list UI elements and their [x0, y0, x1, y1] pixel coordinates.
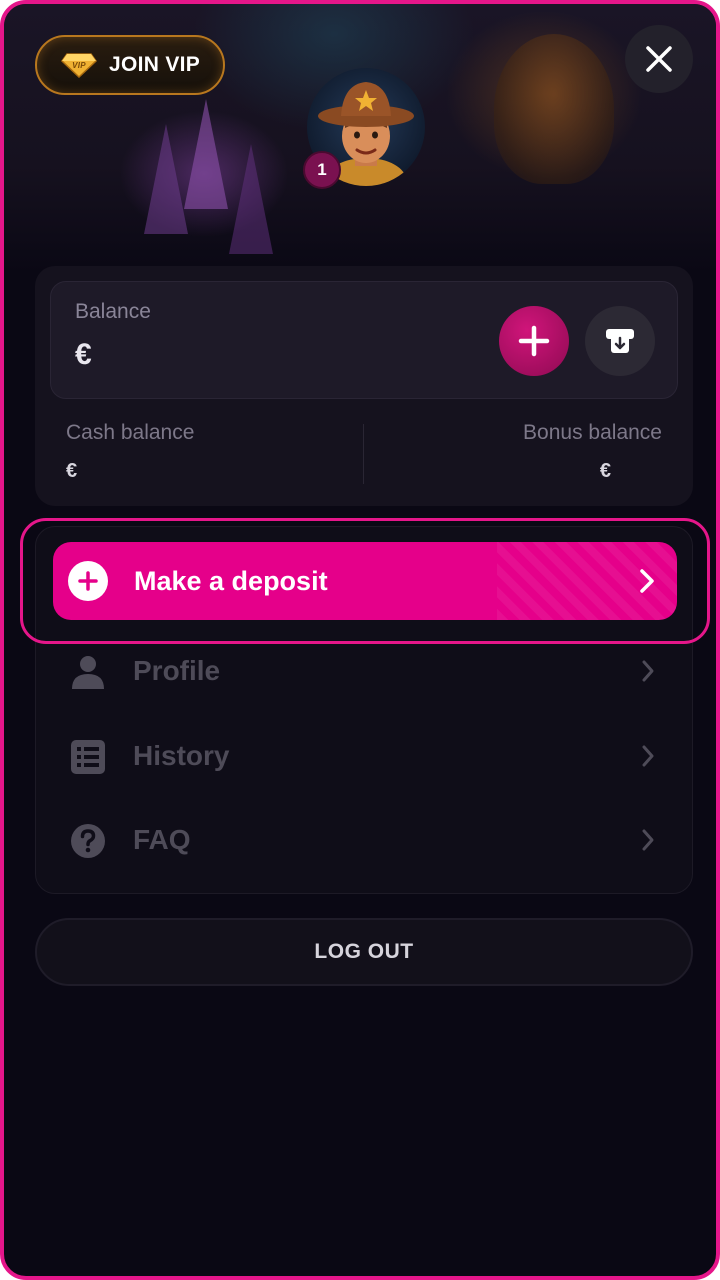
join-vip-button[interactable]: VIP JOIN VIP — [35, 35, 225, 95]
svg-text:VIP: VIP — [72, 61, 86, 70]
bonus-balance-label: Bonus balance — [523, 421, 662, 444]
gold-sack-decoration — [494, 34, 614, 184]
chevron-right-icon — [642, 660, 654, 682]
menu-item-label: FAQ — [133, 824, 191, 855]
cash-balance-label: Cash balance — [66, 421, 195, 444]
crystal-decoration — [184, 99, 228, 209]
list-icon — [71, 740, 105, 774]
menu-item-profile[interactable]: Profile — [53, 641, 673, 701]
chevron-right-icon — [642, 829, 654, 851]
logout-button[interactable]: LOG OUT — [35, 918, 693, 986]
balance-value: € — [75, 338, 92, 371]
question-icon — [71, 824, 105, 858]
menu-item-label: History — [133, 740, 230, 771]
user-icon — [72, 656, 104, 689]
level-badge: 1 — [303, 151, 341, 189]
withdraw-icon — [606, 329, 634, 353]
menu-item-faq[interactable]: FAQ — [53, 810, 673, 870]
balance-divider — [363, 424, 364, 484]
balance-label: Balance — [75, 300, 151, 323]
add-funds-button[interactable] — [499, 306, 569, 376]
balance-card: Balance € Cash balance € Bonus balance € — [35, 266, 693, 506]
bonus-balance-value: € — [599, 460, 611, 482]
crystal-decoration — [229, 144, 273, 254]
crystal-decoration — [144, 124, 188, 234]
plus-icon — [518, 325, 550, 357]
close-icon — [646, 46, 672, 72]
join-vip-label: JOIN VIP — [109, 53, 201, 76]
menu-item-label: Profile — [133, 655, 221, 686]
menu-item-history[interactable]: History — [53, 726, 673, 786]
close-button[interactable] — [625, 25, 693, 93]
balance-summary: Balance € — [50, 281, 678, 399]
withdraw-button[interactable] — [585, 306, 655, 376]
cash-balance-value: € — [66, 460, 78, 482]
vip-gem-icon: VIP — [61, 53, 97, 78]
account-panel: VIP JOIN VIP 1 Balance € Cash balance € … — [0, 0, 720, 1280]
chevron-right-icon — [642, 745, 654, 767]
deposit-highlight-outline — [20, 518, 710, 644]
